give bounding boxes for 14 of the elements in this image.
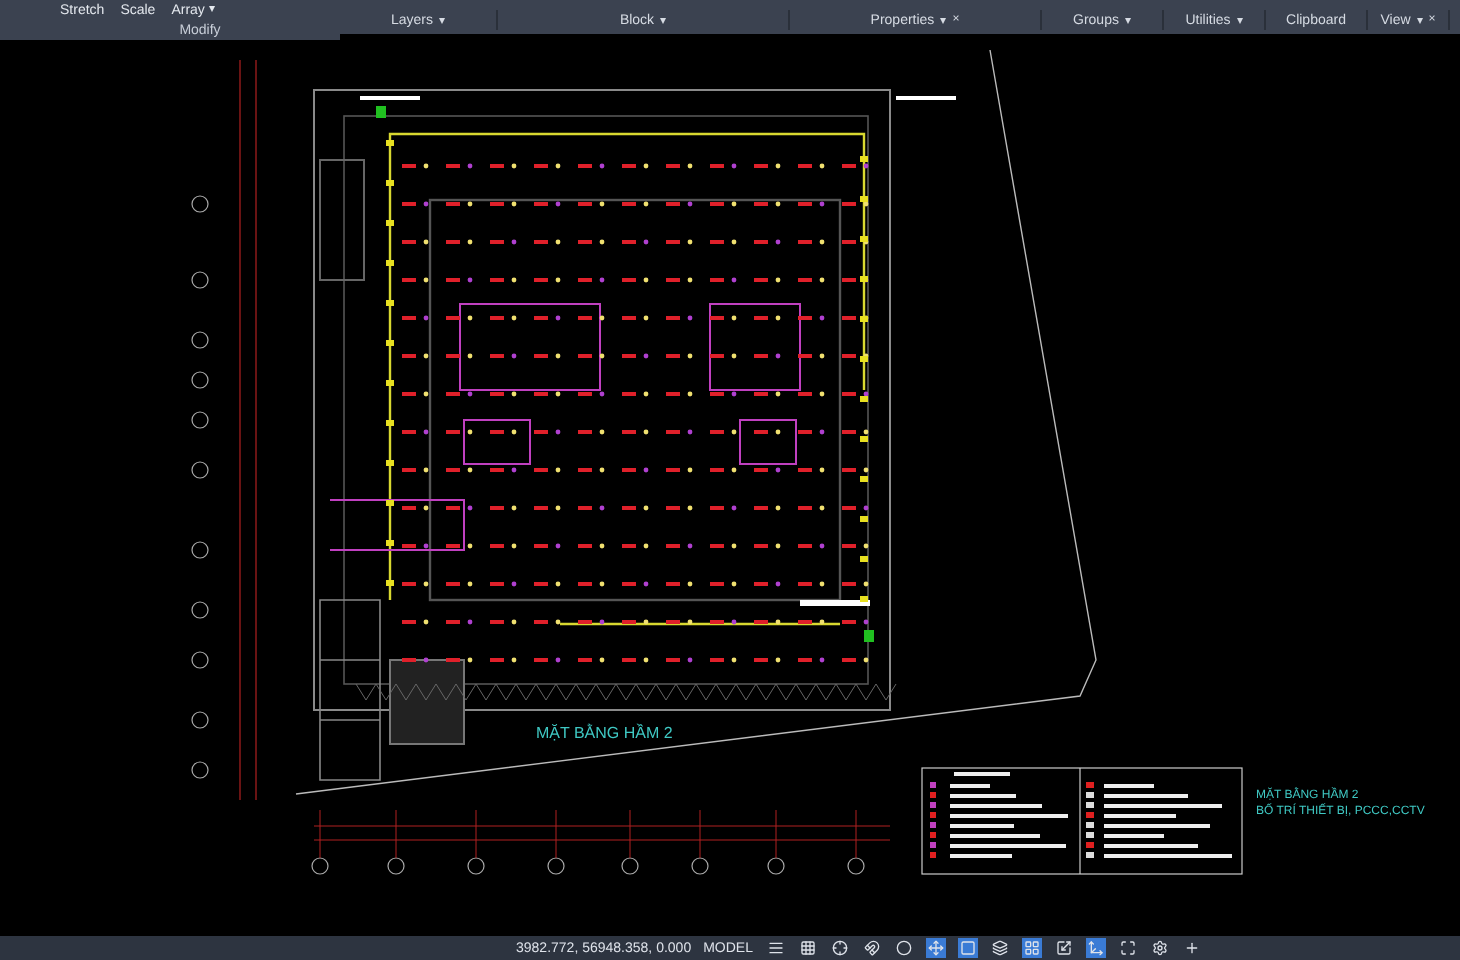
layers-icon[interactable] — [989, 938, 1009, 958]
settings-icon[interactable] — [1149, 938, 1169, 958]
plan-title: MẶT BẰNG HẦM 2 — [536, 724, 673, 742]
circle-icon[interactable] — [893, 938, 913, 958]
move-icon[interactable] — [925, 938, 945, 958]
menu-icon[interactable] — [765, 938, 785, 958]
magnet-icon[interactable] — [861, 938, 881, 958]
plus-icon[interactable] — [1181, 938, 1201, 958]
tiles-icon[interactable] — [1021, 938, 1041, 958]
axes-icon[interactable] — [1085, 938, 1105, 958]
square-icon[interactable] — [957, 938, 977, 958]
maximize-icon[interactable] — [1117, 938, 1137, 958]
crosshair-icon[interactable] — [829, 938, 849, 958]
grid-icon[interactable] — [797, 938, 817, 958]
